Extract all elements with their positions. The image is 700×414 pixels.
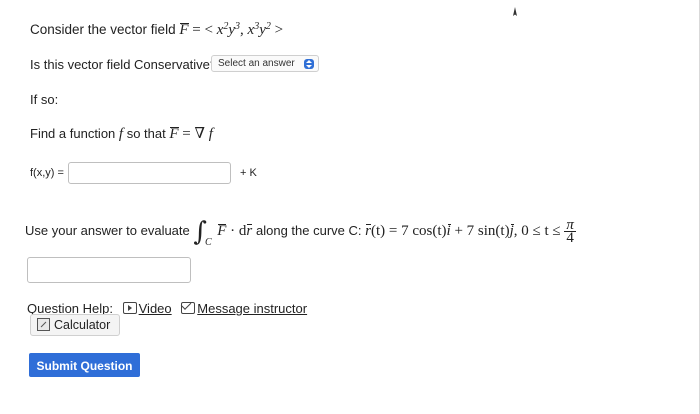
integral-answer-input[interactable] [27,257,191,283]
select-value: Select an answer [218,58,295,69]
curve-eq: (t) = 7 cos(t) [370,223,447,239]
c2-e2: 2 [265,21,271,32]
video-icon [122,302,137,314]
curve-sin: + 7 sin(t) [454,223,510,239]
field-symbol: F [179,22,189,38]
comp-sep: , [240,22,244,38]
video-link[interactable]: Video [122,301,172,316]
video-label: Video [138,301,172,316]
intro-text: Consider the vector field [30,22,176,37]
along-curve-text: along the curve C: [256,223,362,238]
mouse-cursor-icon [513,7,517,16]
field-close: > [274,22,284,38]
integrand-field: F [217,223,227,239]
c2-b2: y [259,22,266,38]
message-instructor-link[interactable]: Message instructor [181,301,307,316]
conservative-prompt: Is this vector field Conservative? [30,57,218,72]
find-grad-f: f [208,126,213,142]
evaluate-prompt: Use your answer to evaluate ∫C F · dr al… [25,212,576,248]
i-hat: i [446,223,451,239]
frac-den: 4 [566,229,574,246]
find-f: f [118,126,124,142]
curve-r: r [365,223,371,239]
field-expression: F = < x2y3, x3y2 > [179,21,284,39]
fxy-input[interactable] [68,162,231,184]
mail-icon [181,302,196,314]
find-prefix: Find a function [30,126,116,141]
integral-sub: C [204,237,212,248]
dot-d: · d [230,223,247,239]
plus-k-label: + K [240,167,257,179]
if-so-label: If so: [30,92,59,107]
select-arrows-icon [304,59,314,69]
field-eq: = < [192,22,213,38]
submit-question-button[interactable]: Submit Question [29,353,140,377]
find-field-symbol: F [169,126,179,142]
calculator-button[interactable]: Calculator [30,314,120,336]
dr-vector: r [246,223,253,239]
question-vector-field: Consider the vector field F = < x2y3, x3… [30,22,283,39]
fxy-label: f(x,y) = [30,167,64,179]
find-eq: = ∇ [182,126,205,142]
j-hat: j [509,223,514,239]
find-function-prompt: Find a function f so that F = ∇ f [30,124,213,143]
conservative-select[interactable]: Select an answer [211,55,319,72]
t-range: , 0 ≤ t ≤ [513,223,561,239]
calculator-label: Calculator [54,318,111,332]
message-label: Message instructor [197,301,308,316]
pi-over-4: π 4 [564,217,576,246]
evaluate-prefix: Use your answer to evaluate [25,223,190,238]
find-mid: so that [126,126,166,141]
calculator-icon [37,318,50,331]
